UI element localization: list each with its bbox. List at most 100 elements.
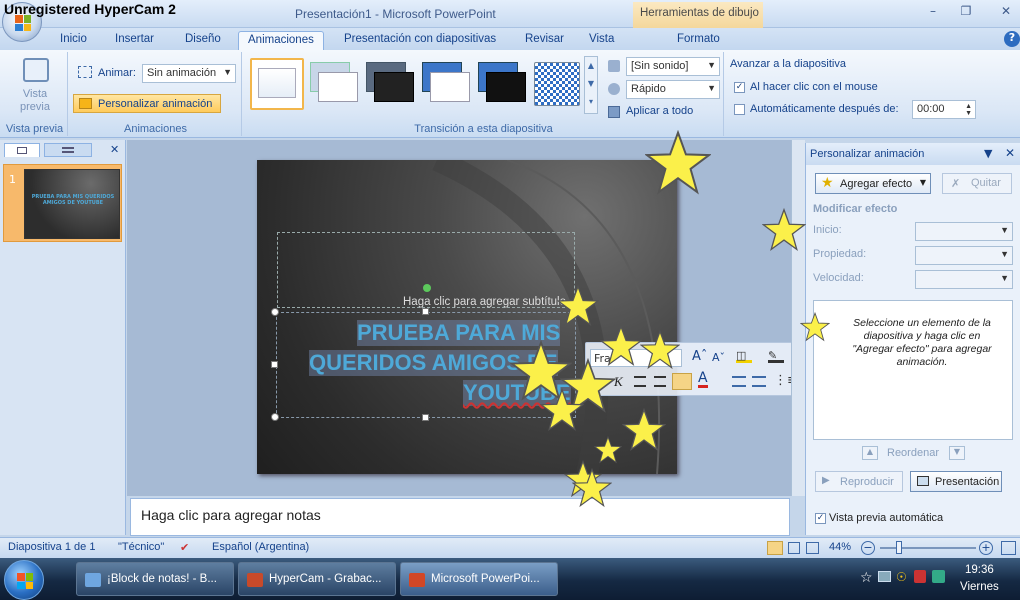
transition-thumb-none[interactable]	[250, 58, 304, 110]
status-theme[interactable]: "Técnico"	[118, 541, 164, 553]
animate-select-value: Sin animación	[147, 67, 217, 79]
speed-select-pane[interactable]: ▼	[915, 270, 1013, 289]
taskbar: ¡Block de notas! - B... HyperCam - Graba…	[0, 558, 1020, 600]
view-slideshow-icon[interactable]	[806, 542, 819, 554]
auto-preview-checkbox[interactable]: ✓	[815, 513, 826, 524]
tray-shield-icon[interactable]: ☉	[896, 570, 907, 584]
align-center-icon[interactable]	[654, 376, 666, 387]
start-label: Inicio:	[813, 224, 842, 236]
move-up-icon[interactable]: ▲	[862, 446, 878, 460]
transition-thumb-black[interactable]	[478, 62, 528, 106]
help-icon[interactable]: ?	[1004, 31, 1020, 47]
start-button[interactable]	[4, 560, 44, 600]
close-pane-icon[interactable]: ✕	[110, 143, 119, 156]
tray-security-icon[interactable]	[914, 570, 926, 583]
apply-all-button[interactable]: Aplicar a todo	[608, 103, 720, 121]
view-normal-icon[interactable]	[767, 541, 783, 555]
close-button[interactable]: ✕	[995, 4, 1017, 20]
zoom-slider-thumb[interactable]	[896, 541, 902, 554]
close-icon[interactable]: ✕	[1005, 146, 1015, 160]
start-select[interactable]: ▼	[915, 222, 1013, 241]
selection-handle[interactable]	[271, 308, 279, 316]
taskbar-item-notepad[interactable]: ¡Block de notas! - B...	[76, 562, 234, 596]
auto-after-time[interactable]: 00:00 ▲ ▼	[912, 100, 976, 119]
selection-handle[interactable]	[422, 414, 429, 421]
add-effect-button[interactable]: ★ Agregar efecto ▼	[815, 173, 931, 194]
view-sorter-icon[interactable]	[788, 542, 800, 554]
tab-insertar[interactable]: Insertar	[115, 31, 154, 50]
property-select[interactable]: ▼	[915, 246, 1013, 265]
slideshow-button[interactable]: Presentación	[910, 471, 1002, 492]
transition-thumb-dark[interactable]	[366, 62, 416, 106]
taskbar-item-powerpoint[interactable]: Microsoft PowerPoi...	[400, 562, 558, 596]
notes-pane[interactable]: Haga clic para agregar notas	[130, 498, 790, 536]
selection-handle[interactable]	[271, 413, 279, 421]
chevron-down-icon: ▼	[223, 67, 232, 77]
spelling-icon[interactable]: ✔	[180, 541, 189, 554]
play-button[interactable]: ▶ Reproducir	[815, 471, 903, 492]
decrease-indent-icon[interactable]	[732, 376, 746, 387]
tab-formato[interactable]: Formato	[677, 31, 720, 50]
tray-star-icon[interactable]: ☆	[860, 570, 873, 586]
zoom-out-icon[interactable]: −	[861, 541, 875, 555]
effect-list[interactable]: Seleccione un elemento de la diapositiva…	[813, 300, 1013, 440]
remove-button[interactable]: ✗ Quitar	[942, 173, 1012, 194]
title-bar: Unregistered HyperCam 2 Presentación1 - …	[0, 0, 1020, 42]
font-color-icon[interactable]: A	[698, 371, 708, 388]
move-down-icon[interactable]: ▼	[949, 446, 965, 460]
tray-network-icon[interactable]	[878, 571, 891, 582]
status-language[interactable]: Español (Argentina)	[212, 541, 309, 553]
transition-thumb-fade[interactable]	[310, 62, 360, 106]
tray-volume-icon[interactable]	[932, 570, 945, 583]
custom-animation-button[interactable]: Personalizar animación	[73, 94, 221, 113]
minimize-button[interactable]: –	[922, 4, 944, 20]
outline-color-icon[interactable]: ✎	[768, 349, 784, 363]
tab-inicio[interactable]: Inicio	[60, 31, 87, 50]
transition-thumb-dissolve[interactable]	[534, 62, 580, 106]
rotation-handle[interactable]	[423, 284, 431, 292]
restore-button[interactable]: ❐	[955, 4, 977, 20]
slides-tab[interactable]	[4, 143, 40, 157]
on-click-label: Al hacer clic con el mouse	[750, 81, 878, 93]
grow-font-icon[interactable]: Aˆ	[692, 349, 707, 364]
group-transicion: ▲ ▼ ▾ [Sin sonido] ▼ Rápido ▼ Aplicar a todo…	[244, 52, 724, 136]
task-pane-title: Personalizar animación	[810, 148, 925, 160]
ribbon: Vista previa Vista previa Animar: Sin an…	[0, 50, 1020, 138]
chevron-down-icon: ▼	[1000, 273, 1009, 283]
zoom-level[interactable]: 44%	[829, 541, 851, 553]
slide-thumbnail-item[interactable]: 1 PRUEBA PARA MIS QUERIDOS AMIGOS DE YOU…	[3, 164, 122, 242]
tab-animaciones[interactable]: Animaciones	[238, 31, 324, 50]
outline-tab[interactable]	[44, 143, 92, 157]
transition-thumb-cut[interactable]	[422, 62, 472, 106]
tab-diseno[interactable]: Diseño	[185, 31, 221, 50]
taskbar-item-hypercam[interactable]: HyperCam - Grabac...	[238, 562, 396, 596]
slide[interactable]: Haga clic para agregar subtítulo PRUEBA …	[257, 160, 677, 474]
auto-after-checkbox[interactable]	[734, 104, 745, 115]
tab-revisar[interactable]: Revisar	[525, 31, 564, 50]
chevron-down-icon[interactable]: ▼	[984, 147, 992, 160]
contextual-tab-group: Herramientas de dibujo	[633, 2, 763, 28]
tab-vista[interactable]: Vista	[589, 31, 614, 50]
align-left-icon[interactable]	[634, 376, 646, 387]
justify-icon[interactable]	[672, 373, 692, 390]
gallery-scroll[interactable]: ▲ ▼ ▾	[584, 56, 598, 114]
sound-select[interactable]: [Sin sonido] ▼	[626, 57, 720, 76]
windows-logo-icon	[17, 573, 33, 589]
tab-presentacion[interactable]: Presentación con diapositivas	[344, 31, 496, 50]
shrink-font-icon[interactable]: Aˇ	[712, 351, 725, 364]
animate-select[interactable]: Sin animación ▼	[142, 64, 236, 83]
on-click-checkbox[interactable]: ✓	[734, 82, 745, 93]
speed-select[interactable]: Rápido ▼	[626, 80, 720, 99]
fit-window-icon[interactable]	[1001, 541, 1016, 555]
custom-animation-label: Personalizar animación	[98, 98, 213, 110]
preview-button[interactable]: Vista previa	[10, 56, 60, 118]
selection-handle[interactable]	[271, 361, 278, 368]
zoom-in-icon[interactable]: +	[979, 541, 993, 555]
selection-handle[interactable]	[422, 308, 429, 315]
zoom-slider[interactable]	[880, 541, 976, 554]
clock-time[interactable]: 19:36	[965, 564, 994, 576]
star-overlay-icon	[645, 130, 711, 195]
increase-indent-icon[interactable]	[752, 376, 766, 387]
remove-label: Quitar	[971, 177, 1001, 189]
fill-color-icon[interactable]: ◫	[736, 349, 752, 363]
